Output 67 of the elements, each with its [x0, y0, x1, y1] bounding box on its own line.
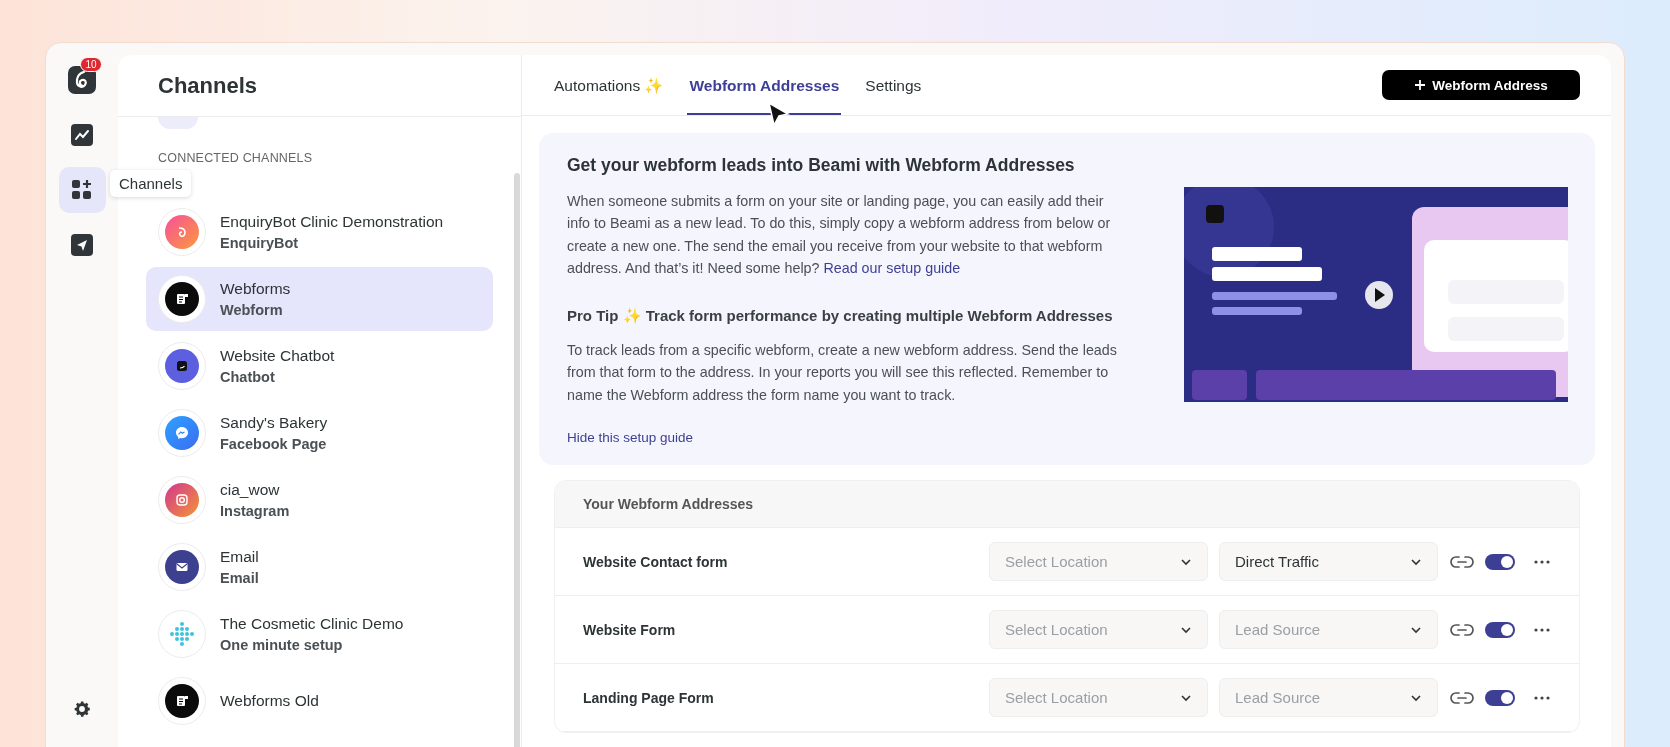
- link-icon[interactable]: [1450, 690, 1474, 705]
- channel-name: Webforms: [220, 280, 291, 298]
- more-icon[interactable]: [1534, 695, 1550, 700]
- channel-type: Webform: [220, 302, 284, 318]
- more-icon[interactable]: [1534, 627, 1550, 632]
- toggle-switch[interactable]: [1485, 553, 1515, 570]
- hide-guide-link[interactable]: Hide this setup guide: [567, 430, 694, 446]
- section-label: CONNECTED CHANNELS: [158, 151, 314, 165]
- camera-icon: [165, 483, 199, 517]
- setup-guide-link[interactable]: Read our setup guide: [823, 259, 961, 276]
- channel-item[interactable]: Email Email: [146, 535, 493, 599]
- tab[interactable]: Settings: [863, 55, 924, 115]
- logo-icon: [68, 66, 96, 94]
- channel-name: Webforms Old: [220, 692, 319, 710]
- channel-item[interactable]: The Cosmetic Clinic Demo One minute setup: [146, 602, 493, 666]
- webform-name: Landing Page Form: [583, 689, 714, 706]
- add-webform-address-button[interactable]: Webform Address: [1382, 70, 1580, 100]
- channel-item[interactable]: EnquiryBot Clinic Demonstration EnquiryBot: [146, 200, 493, 264]
- chart-icon: [71, 124, 93, 146]
- plus-icon: [1414, 79, 1427, 91]
- link-icon[interactable]: [1450, 622, 1474, 637]
- table-title: Your Webform Addresses: [583, 496, 754, 512]
- dots-logo-icon: [167, 619, 197, 649]
- channel-type: Instagram: [220, 503, 290, 519]
- channel-type: Facebook Page: [220, 436, 328, 452]
- channel-item[interactable]: Website Chatbot Chatbot: [146, 334, 493, 398]
- guide-paragraph: When someone submits a form on your site or landing page, you can easily add their info to Beami as a new lead. To do this, simply copy a webform address from below or create a new one. The send the email you receive from your website to that webform address. And that’s it! Need some help? Read our setup guide: [567, 192, 1112, 278]
- settings-icon[interactable]: [72, 699, 92, 719]
- toggle-switch[interactable]: [1485, 689, 1515, 706]
- more-icon[interactable]: [1534, 559, 1550, 564]
- guide-title: Get your webform leads into Beami with Webform Addresses: [567, 155, 1076, 176]
- page-title: Channels: [158, 72, 258, 99]
- channel-type: EnquiryBot: [220, 235, 300, 251]
- webform-name: Website Form: [583, 621, 676, 638]
- pro-tip-title: Pro Tip ✨ Track form performance by creating multiple Webform Addresses: [567, 307, 1114, 326]
- notification-badge: 10: [80, 57, 102, 72]
- channel-type: Email: [220, 570, 259, 586]
- chat-bubble-icon: [165, 416, 199, 450]
- channel-name: cia_wow: [220, 481, 281, 499]
- channel-type: Chatbot: [220, 369, 276, 385]
- rail-button[interactable]: [58, 167, 106, 213]
- form-icon: [165, 282, 199, 316]
- form-icon: [165, 684, 199, 718]
- apps-add-icon: [71, 179, 93, 201]
- envelope-icon: [165, 550, 199, 584]
- channel-name: EnquiryBot Clinic Demonstration: [220, 213, 444, 231]
- tooltip: Channels: [110, 170, 192, 197]
- logo-button[interactable]: 10: [58, 57, 106, 103]
- channel-type: One minute setup: [220, 637, 344, 653]
- pro-tip-paragraph: To track leads from a specific webform, create a new webform address. Send the leads from that form to the address. In your reports you will see this reflected. Remember to name the Webform address the form name you want to track.: [567, 341, 1118, 405]
- channel-name: Email: [220, 548, 259, 566]
- logo-icon: [165, 215, 199, 249]
- webform-name: Website Contact form: [583, 553, 728, 570]
- logo-icon: [165, 349, 199, 383]
- channel-item[interactable]: Webforms Old: [146, 669, 493, 733]
- send-icon: [71, 234, 93, 256]
- channel-item[interactable]: cia_wow Instagram: [146, 468, 493, 532]
- channel-name: Sandy's Bakery: [220, 414, 328, 432]
- channel-name: The Cosmetic Clinic Demo: [220, 615, 404, 633]
- select-field[interactable]: Direct Traffic: [1219, 542, 1438, 581]
- channel-item[interactable]: Webforms Webform: [146, 267, 493, 331]
- link-icon[interactable]: [1450, 554, 1474, 569]
- channel-item[interactable]: Sandy's Bakery Facebook Page: [146, 401, 493, 465]
- channel-name: Website Chatbot: [220, 347, 335, 365]
- tab[interactable]: Automations ✨: [552, 55, 666, 115]
- scrollbar[interactable]: [514, 173, 520, 747]
- toggle-switch[interactable]: [1485, 621, 1515, 638]
